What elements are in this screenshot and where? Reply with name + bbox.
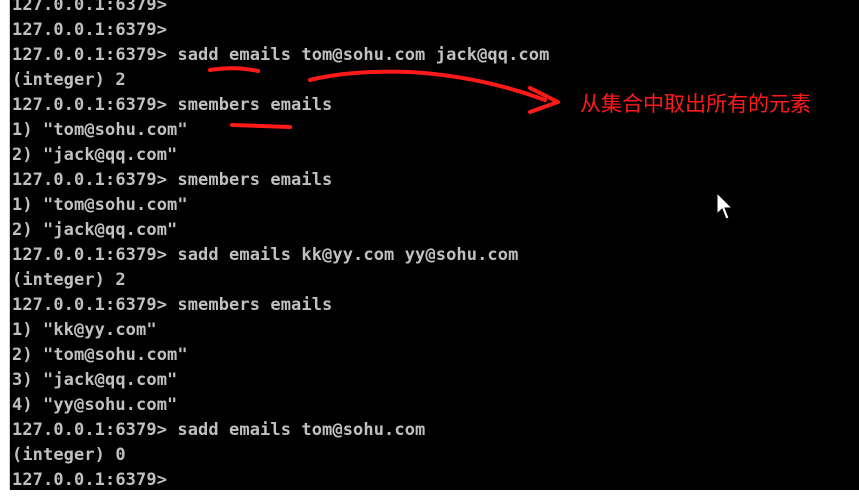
terminal-line: 1) "tom@sohu.com" <box>12 195 188 215</box>
terminal-line: 127.0.0.1:6379> smembers emails <box>12 170 333 190</box>
terminal-line: 127.0.0.1:6379> <box>12 0 168 15</box>
console-area[interactable]: 127.0.0.1:6379> 127.0.0.1:6379> 127.0.0.… <box>10 0 859 490</box>
terminal-line: 1) "tom@sohu.com" <box>12 120 188 140</box>
terminal-line: (integer) 0 <box>12 445 126 465</box>
terminal-line: 127.0.0.1:6379> <box>12 470 168 490</box>
terminal-line: 127.0.0.1:6379> <box>12 20 168 40</box>
window-bottom-edge <box>0 490 859 496</box>
terminal-window: 127.0.0.1:6379> 127.0.0.1:6379> 127.0.0.… <box>0 0 859 496</box>
terminal-line: 2) "tom@sohu.com" <box>12 345 188 365</box>
terminal-line: 127.0.0.1:6379> sadd emails kk@yy.com yy… <box>12 245 519 265</box>
terminal-line: 127.0.0.1:6379> sadd emails tom@sohu.com <box>12 420 426 440</box>
terminal-line: (integer) 2 <box>12 70 126 90</box>
terminal-line: 127.0.0.1:6379> sadd emails tom@sohu.com… <box>12 45 550 65</box>
terminal-line: 2) "jack@qq.com" <box>12 220 178 240</box>
annotation-label: 从集合中取出所有的元素 <box>580 92 811 116</box>
terminal-line: 4) "yy@sohu.com" <box>12 395 178 415</box>
terminal-line: 2) "jack@qq.com" <box>12 145 178 165</box>
mouse-pointer-icon <box>716 192 734 220</box>
terminal-line: (integer) 2 <box>12 270 126 290</box>
terminal-output: 127.0.0.1:6379> 127.0.0.1:6379> 127.0.0.… <box>12 0 549 490</box>
terminal-line: 127.0.0.1:6379> smembers emails <box>12 295 333 315</box>
window-left-edge <box>0 0 10 496</box>
terminal-line: 1) "kk@yy.com" <box>12 320 157 340</box>
terminal-line: 3) "jack@qq.com" <box>12 370 178 390</box>
terminal-line: 127.0.0.1:6379> smembers emails <box>12 95 333 115</box>
